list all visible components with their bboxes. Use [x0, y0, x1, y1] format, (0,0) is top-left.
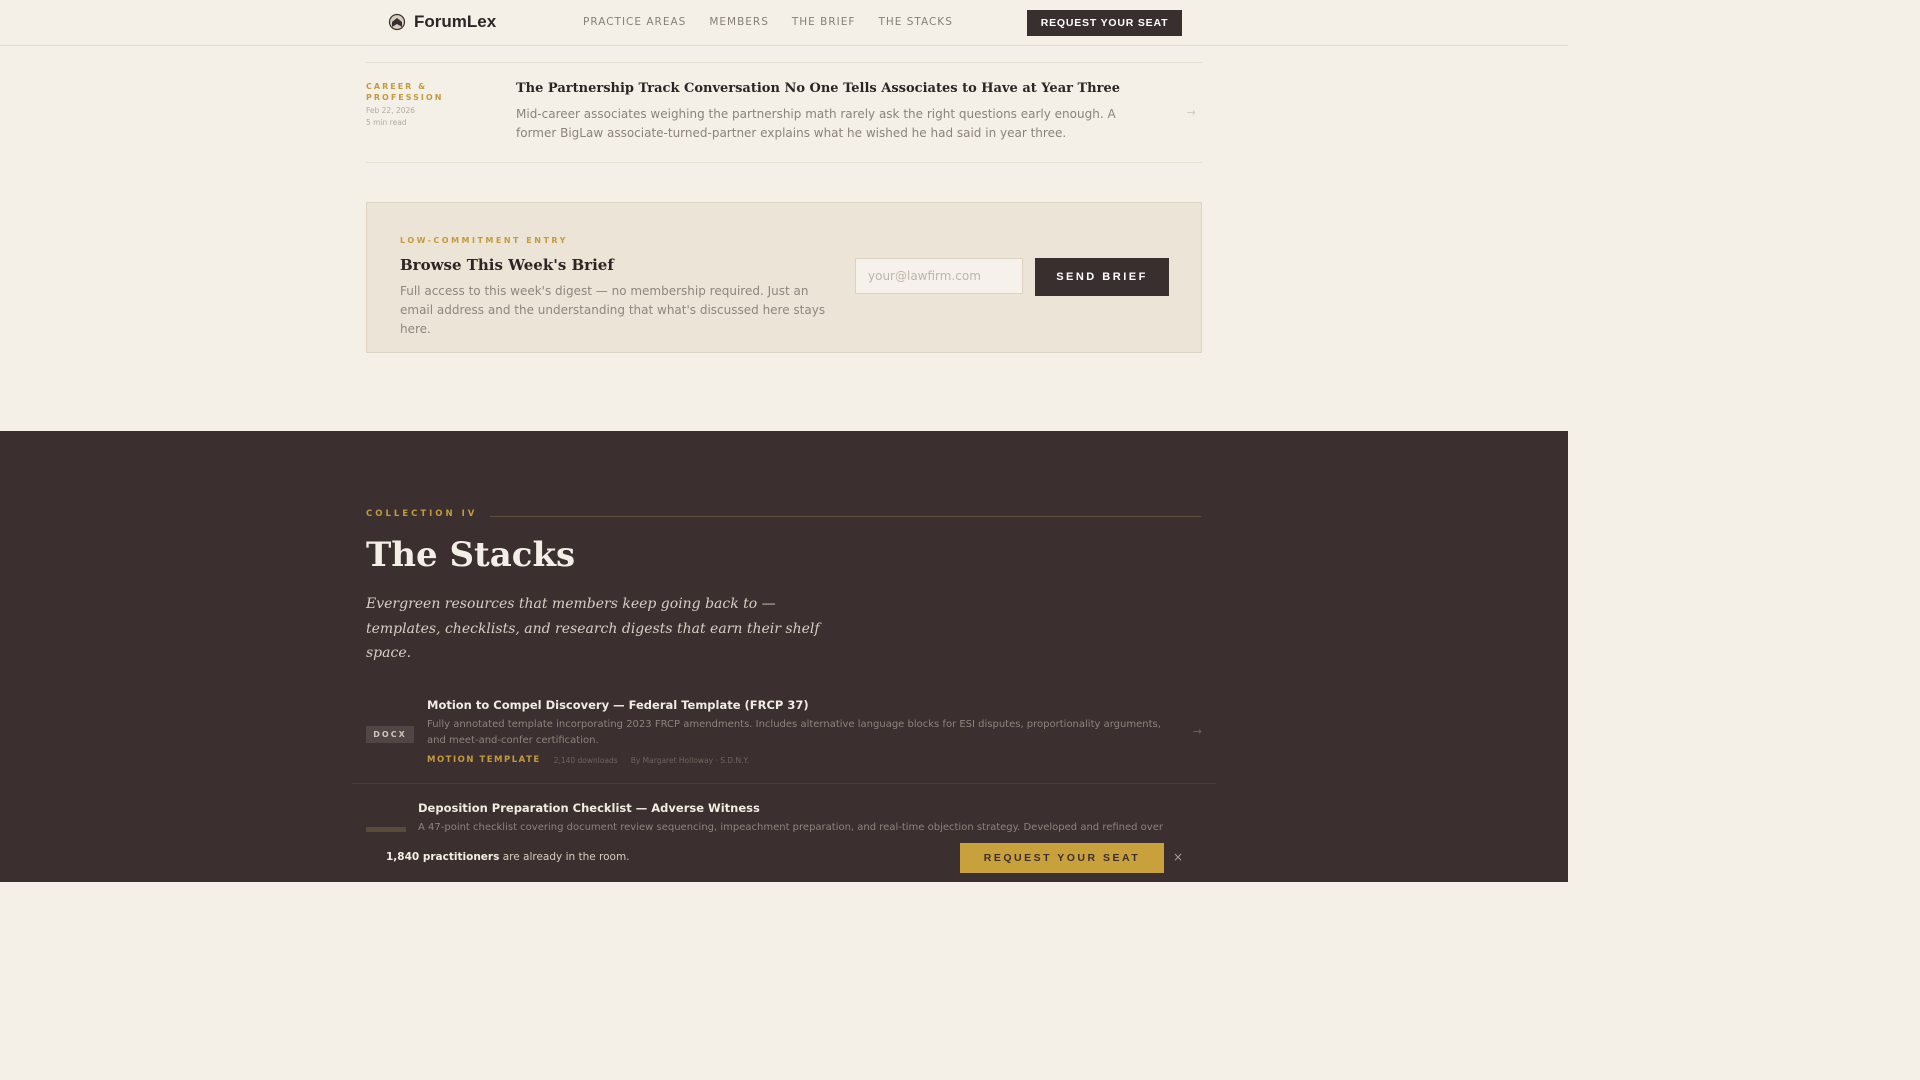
main-nav: PRACTICE AREAS MEMBERS THE BRIEF THE STA… [583, 16, 976, 28]
resource-title[interactable]: Deposition Preparation Checklist — Adver… [418, 801, 760, 815]
brief-kicker: LOW-COMMITMENT ENTRY [400, 236, 568, 245]
article-excerpt: Mid-career associates weighing the partn… [516, 107, 1116, 140]
brief-description: Full access to this week's digest — no m… [400, 284, 826, 336]
file-type-badge: DOCX [366, 726, 414, 743]
sticky-cta-bar: 1,840 practitioners are already in the r… [0, 832, 1568, 882]
resource-item[interactable]: DOCX Motion to Compel Discovery — Federa… [352, 685, 1216, 784]
resource-description: Fully annotated template incorporating 2… [427, 719, 1161, 746]
arrow-right-icon[interactable]: → [1187, 106, 1196, 119]
article-read-time: 5 min read [366, 118, 407, 127]
close-icon[interactable]: × [1173, 850, 1183, 864]
arrow-right-icon[interactable]: → [1193, 725, 1202, 738]
resource-author: By Margaret Holloway · S.D.N.Y. [630, 755, 749, 765]
stacks-section: COLLECTION IV The Stacks Evergreen resou… [0, 431, 1568, 882]
article-meta: CAREER & PROFESSION Feb 22, 2026 5 min r… [366, 81, 486, 127]
brand[interactable]: ForumLex [388, 12, 496, 32]
request-seat-sticky-button[interactable]: REQUEST YOUR SEAT [960, 843, 1164, 873]
article-category: CAREER & PROFESSION [366, 82, 444, 102]
brief-signup-card: LOW-COMMITMENT ENTRY Browse This Week's … [366, 202, 1202, 353]
divider [490, 516, 1201, 517]
member-count: 1,840 practitioners [386, 851, 500, 863]
collection-kicker: COLLECTION IV [366, 509, 478, 519]
resource-meta: MOTION TEMPLATE 2,140 downloads By Marga… [427, 755, 749, 765]
resource-title[interactable]: Motion to Compel Discovery — Federal Tem… [427, 698, 809, 712]
nav-the-stacks[interactable]: THE STACKS [878, 16, 952, 28]
brief-title: Browse This Week's Brief [400, 256, 614, 274]
member-count-text: 1,840 practitioners are already in the r… [386, 851, 630, 863]
article-title[interactable]: The Partnership Track Conversation No On… [516, 81, 1120, 96]
nav-the-brief[interactable]: THE BRIEF [792, 16, 856, 28]
section-title: The Stacks [366, 535, 576, 575]
brand-name: ForumLex [414, 12, 497, 31]
nav-practice-areas[interactable]: PRACTICE AREAS [583, 16, 686, 28]
request-seat-button[interactable]: REQUEST YOUR SEAT [1027, 10, 1182, 36]
section-subtitle: Evergreen resources that members keep go… [366, 596, 820, 661]
nav-members[interactable]: MEMBERS [709, 16, 769, 28]
member-count-suffix: are already in the room. [499, 851, 630, 863]
download-count: 2,140 downloads [553, 755, 618, 765]
send-brief-button[interactable]: SEND BRIEF [1035, 258, 1169, 296]
article-date: Feb 22, 2026 [366, 106, 416, 115]
article-list-item[interactable]: CAREER & PROFESSION Feb 22, 2026 5 min r… [366, 62, 1202, 163]
resource-type: MOTION TEMPLATE [427, 755, 541, 765]
email-field[interactable] [855, 258, 1023, 294]
site-header: ForumLex PRACTICE AREAS MEMBERS THE BRIE… [0, 0, 1568, 46]
logo-icon [388, 13, 406, 31]
